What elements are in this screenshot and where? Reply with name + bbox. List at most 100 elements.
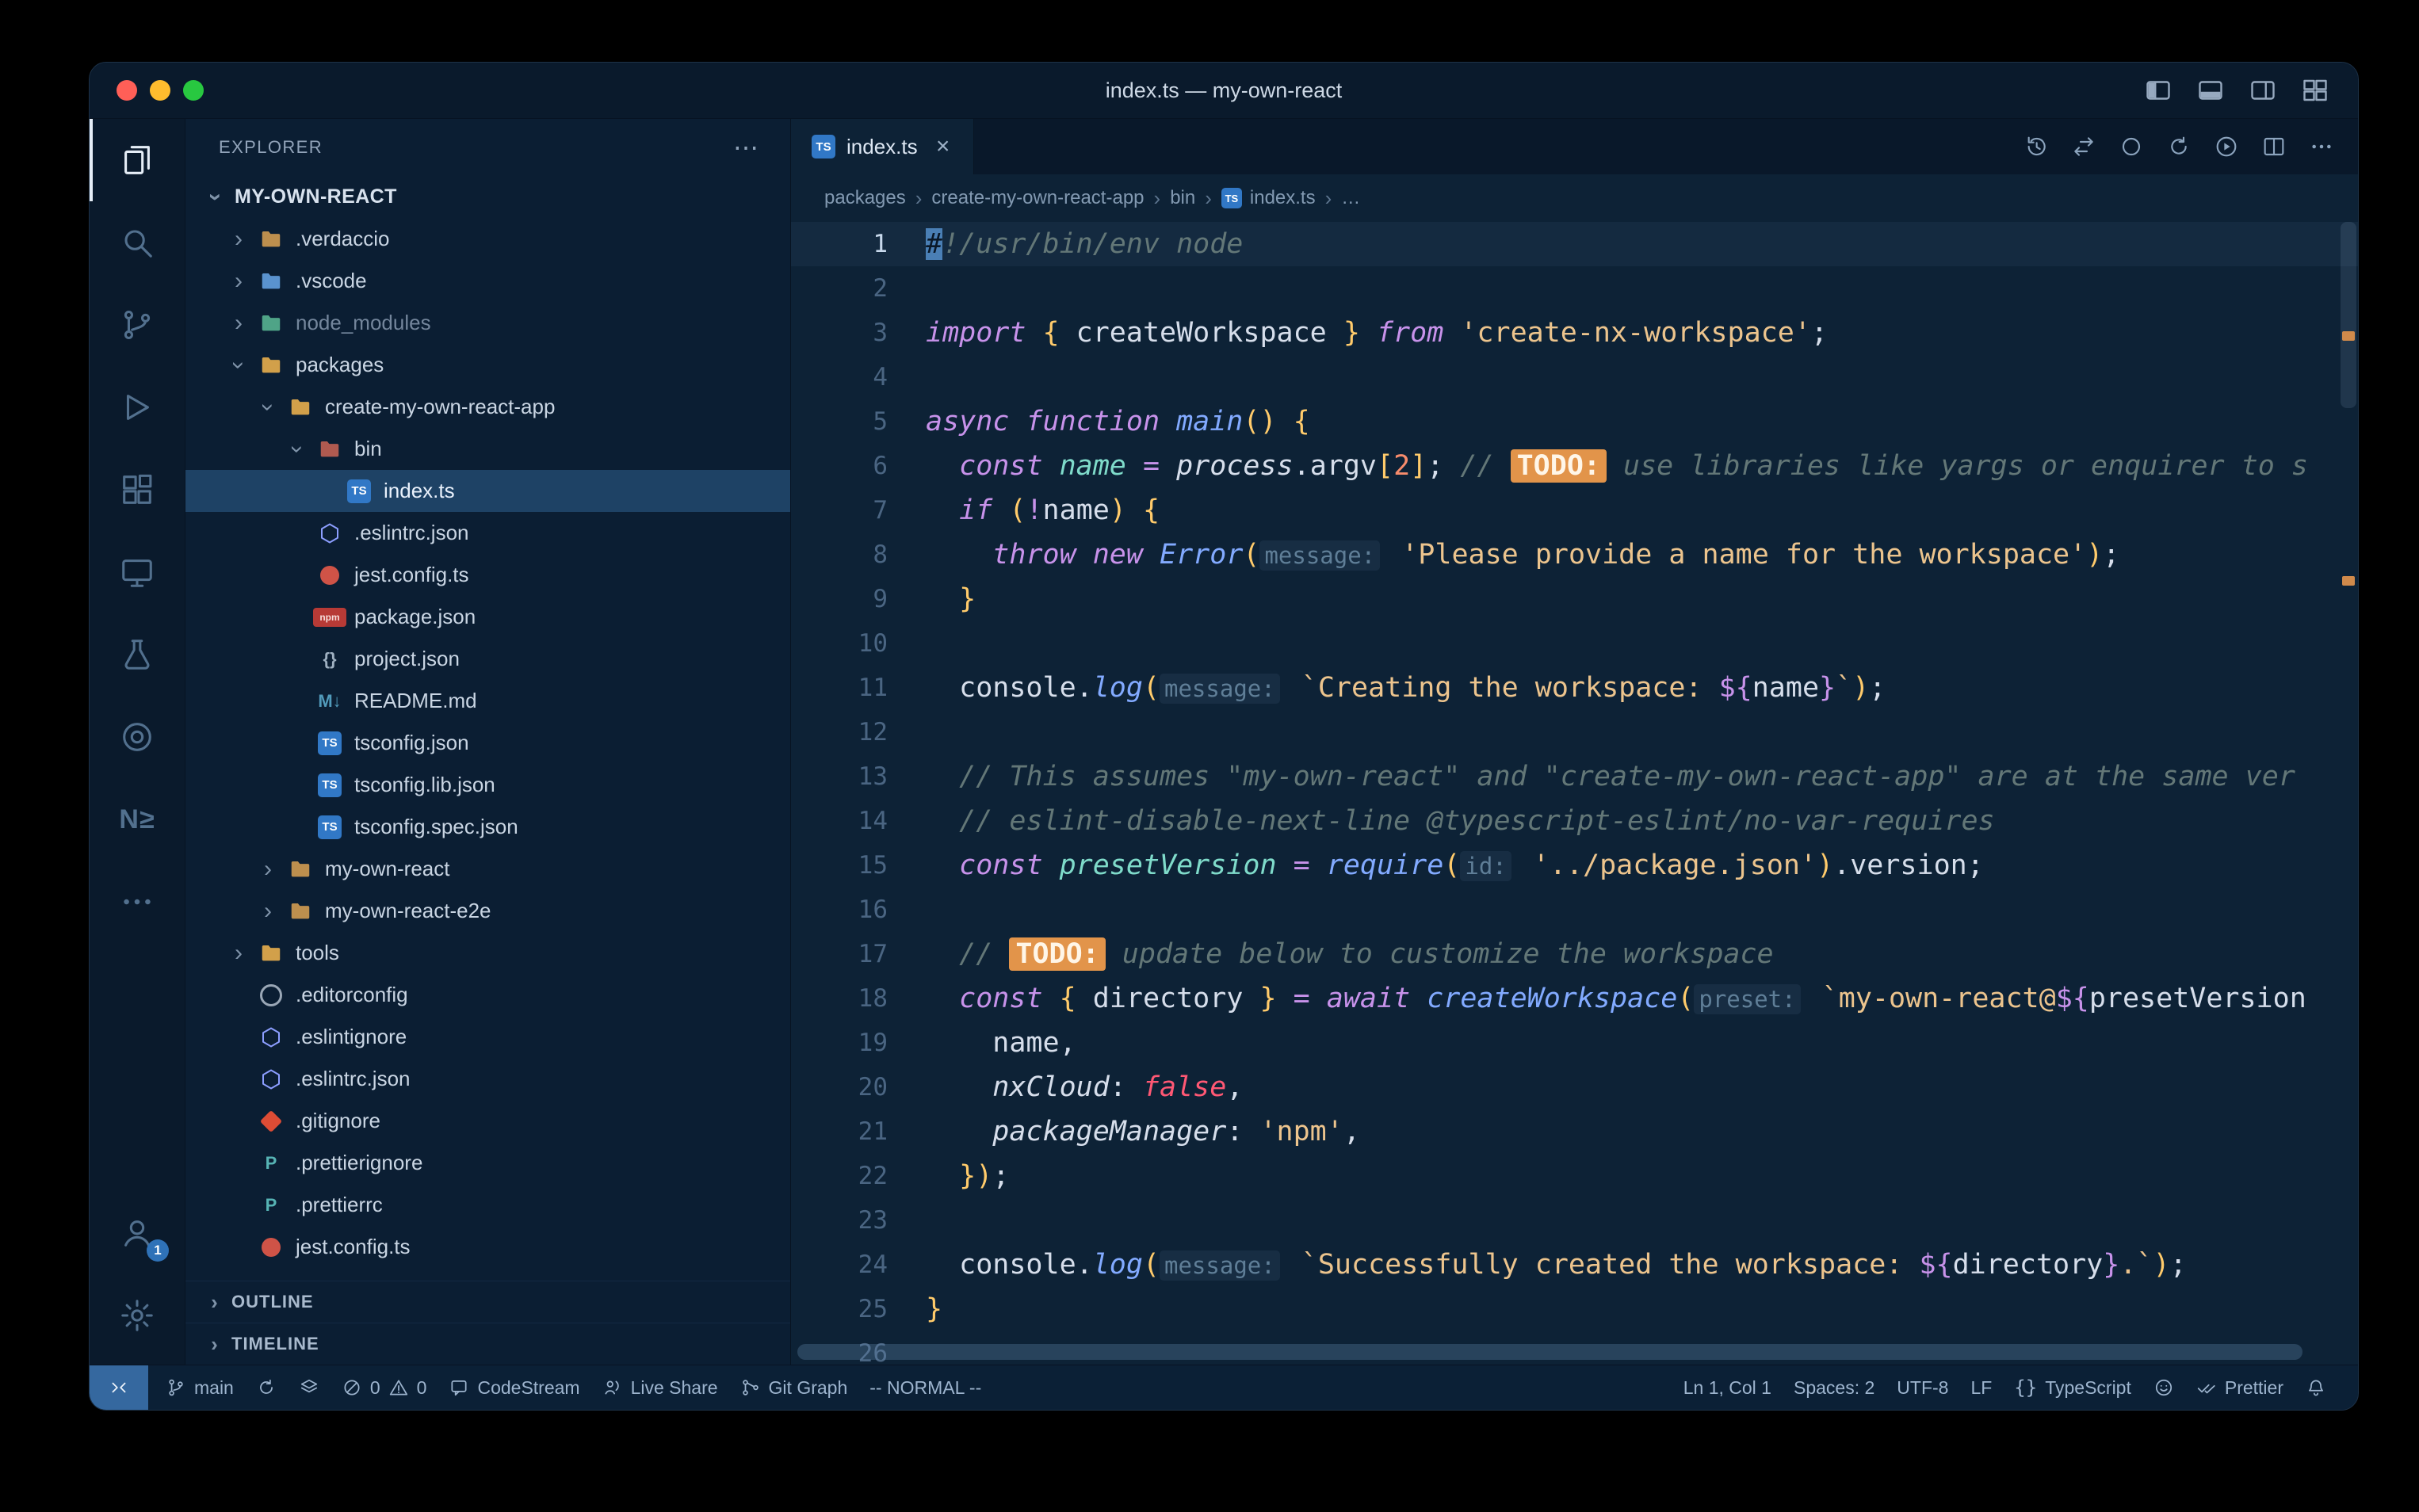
tree-item-jest.config.ts[interactable]: jest.config.ts: [185, 1226, 790, 1268]
code-line-16[interactable]: 16: [791, 888, 2358, 932]
code-line-13[interactable]: 13 // This assumes "my-own-react" and "c…: [791, 754, 2358, 799]
tree-item-.eslintrc.json[interactable]: .eslintrc.json: [185, 512, 790, 554]
tree-item-README.md[interactable]: M↓README.md: [185, 680, 790, 722]
status-sync[interactable]: [245, 1365, 288, 1410]
breadcrumb-create-my-own-react-app[interactable]: create-my-own-react-app: [931, 187, 1144, 209]
tree-root-my-own-react[interactable]: › MY-OWN-REACT: [185, 176, 790, 218]
tab-index-ts[interactable]: TS index.ts ×: [791, 119, 974, 174]
tree-item-.prettierignore[interactable]: P.prettierignore: [185, 1142, 790, 1184]
breadcrumb-index.ts[interactable]: TSindex.ts: [1221, 187, 1316, 209]
status-layers[interactable]: [288, 1365, 331, 1410]
tab-close-icon[interactable]: ×: [929, 132, 957, 161]
vertical-scrollbar[interactable]: [2337, 222, 2358, 1365]
code-line-23[interactable]: 23: [791, 1198, 2358, 1243]
tree-item-.editorconfig[interactable]: .editorconfig: [185, 974, 790, 1016]
tree-item-tools[interactable]: ›tools: [185, 932, 790, 974]
status-indentation[interactable]: Spaces: 2: [1783, 1365, 1886, 1410]
tree-item-packages[interactable]: ›packages: [185, 344, 790, 386]
code-line-25[interactable]: 25}: [791, 1287, 2358, 1331]
activity-item-source-control[interactable]: [90, 284, 185, 366]
sidebar-more-actions-icon[interactable]: ⋯: [733, 132, 759, 162]
code-line-21[interactable]: 21 packageManager: 'npm',: [791, 1109, 2358, 1154]
code-line-24[interactable]: 24 console.log(message: `Successfully cr…: [791, 1243, 2358, 1287]
customize-layout-icon[interactable]: [2301, 76, 2329, 105]
tree-item-.prettierrc[interactable]: P.prettierrc: [185, 1184, 790, 1226]
activity-item-run-debug[interactable]: [90, 366, 185, 449]
activity-item-extensions[interactable]: [90, 449, 185, 531]
tree-item-tsconfig.json[interactable]: TStsconfig.json: [185, 722, 790, 764]
tree-item-tsconfig.lib.json[interactable]: TStsconfig.lib.json: [185, 764, 790, 806]
sidebar-section-outline[interactable]: ›OUTLINE: [185, 1281, 790, 1323]
status-git-graph[interactable]: Git Graph: [729, 1365, 859, 1410]
tree-item-node_modules[interactable]: ›node_modules: [185, 302, 790, 344]
tree-item-index.ts[interactable]: TSindex.ts: [185, 470, 790, 512]
activity-item-settings[interactable]: [90, 1274, 185, 1357]
activity-item-codestream[interactable]: [90, 696, 185, 778]
code-line-22[interactable]: 22 });: [791, 1154, 2358, 1198]
tree-item-jest.config.ts[interactable]: jest.config.ts: [185, 554, 790, 596]
code-line-6[interactable]: 6 const name = process.argv[2]; // TODO:…: [791, 444, 2358, 488]
tree-item-project.json[interactable]: {}project.json: [185, 638, 790, 680]
toggle-panel-icon[interactable]: [2196, 76, 2225, 105]
tree-item-bin[interactable]: ›bin: [185, 428, 790, 470]
breadcrumb-bin[interactable]: bin: [1170, 187, 1195, 209]
status-language[interactable]: {}TypeScript: [2003, 1365, 2142, 1410]
activity-item-accounts[interactable]: 1: [90, 1192, 185, 1274]
timeline-icon[interactable]: [2023, 134, 2049, 159]
toggle-sidebar-icon[interactable]: [2144, 76, 2173, 105]
activity-item-more[interactable]: [90, 861, 185, 943]
minimize-button[interactable]: [150, 80, 170, 101]
status-notifications[interactable]: [2295, 1365, 2337, 1410]
code-line-15[interactable]: 15 const presetVersion = require(id: '..…: [791, 843, 2358, 888]
activity-item-nx-console[interactable]: N≥: [90, 778, 185, 861]
vertical-scrollbar-slider[interactable]: [2341, 222, 2356, 408]
code-line-12[interactable]: 12: [791, 710, 2358, 754]
status-feedback[interactable]: [2142, 1365, 2185, 1410]
circle-icon[interactable]: [2119, 134, 2144, 159]
code-line-2[interactable]: 2: [791, 266, 2358, 311]
breadcrumb-more[interactable]: …: [1341, 187, 1360, 209]
tree-item-.verdaccio[interactable]: ›.verdaccio: [185, 218, 790, 260]
code-line-9[interactable]: 9 }: [791, 577, 2358, 621]
breadcrumb-packages[interactable]: packages: [824, 187, 906, 209]
split-icon[interactable]: [2261, 134, 2287, 159]
status-branch[interactable]: main: [155, 1365, 245, 1410]
activity-item-testing[interactable]: [90, 613, 185, 696]
status-cursor-position[interactable]: Ln 1, Col 1: [1672, 1365, 1783, 1410]
horizontal-scrollbar[interactable]: [797, 1344, 2302, 1360]
tree-item-tsconfig.spec.json[interactable]: TStsconfig.spec.json: [185, 806, 790, 848]
status-prettier[interactable]: Prettier: [2185, 1365, 2295, 1410]
sidebar-section-timeline[interactable]: ›TIMELINE: [185, 1323, 790, 1365]
activity-item-search[interactable]: [90, 201, 185, 284]
code-line-7[interactable]: 7 if (!name) {: [791, 488, 2358, 533]
run-icon[interactable]: [2214, 134, 2239, 159]
code-line-1[interactable]: 1#!/usr/bin/env node: [791, 222, 2358, 266]
code-line-17[interactable]: 17 // TODO: update below to customize th…: [791, 932, 2358, 976]
code-line-8[interactable]: 8 throw new Error(message: 'Please provi…: [791, 533, 2358, 577]
compare-icon[interactable]: [2071, 134, 2096, 159]
code-line-4[interactable]: 4: [791, 355, 2358, 399]
code-line-11[interactable]: 11 console.log(message: `Creating the wo…: [791, 666, 2358, 710]
status-codestream[interactable]: CodeStream: [438, 1365, 590, 1410]
tree-item-.eslintignore[interactable]: .eslintignore: [185, 1016, 790, 1058]
activity-item-remote-explorer[interactable]: [90, 531, 185, 613]
tree-item-.vscode[interactable]: ›.vscode: [185, 260, 790, 302]
sync-icon[interactable]: [2166, 134, 2192, 159]
status-problems[interactable]: 00: [331, 1365, 438, 1410]
close-button[interactable]: [117, 80, 137, 101]
zoom-button[interactable]: [183, 80, 204, 101]
code-line-5[interactable]: 5async function main() {: [791, 399, 2358, 444]
activity-item-explorer[interactable]: [90, 119, 185, 201]
code-line-20[interactable]: 20 nxCloud: false,: [791, 1065, 2358, 1109]
code-line-14[interactable]: 14 // eslint-disable-next-line @typescri…: [791, 799, 2358, 843]
code-line-19[interactable]: 19 name,: [791, 1021, 2358, 1065]
more-icon[interactable]: [2309, 134, 2334, 159]
status-eol[interactable]: LF: [1959, 1365, 2003, 1410]
status-encoding[interactable]: UTF-8: [1886, 1365, 1959, 1410]
code-editor[interactable]: 1#!/usr/bin/env node23import { createWor…: [791, 222, 2358, 1365]
tree-item-.eslintrc.json[interactable]: .eslintrc.json: [185, 1058, 790, 1100]
tree-item-package.json[interactable]: npmpackage.json: [185, 596, 790, 638]
code-line-10[interactable]: 10: [791, 621, 2358, 666]
status-live-share[interactable]: Live Share: [591, 1365, 729, 1410]
tree-item-my-own-react-e2e[interactable]: ›my-own-react-e2e: [185, 890, 790, 932]
